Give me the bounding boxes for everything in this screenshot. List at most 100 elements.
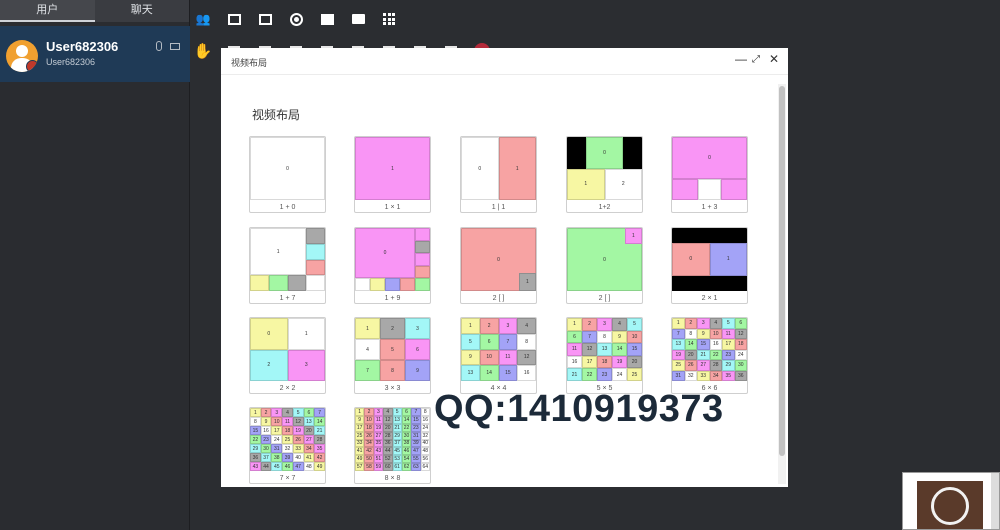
- dialog-scrollbar[interactable]: [778, 84, 786, 484]
- layout-cell: 43: [250, 462, 261, 471]
- folder-icon[interactable]: [347, 8, 369, 30]
- layout-cell: 26: [684, 360, 697, 371]
- watermark-text: QQ:1410919373: [434, 388, 724, 430]
- hand-icon[interactable]: ✋: [192, 40, 214, 62]
- layout-cell: 50: [364, 455, 374, 464]
- layout-cell: 8: [517, 333, 536, 350]
- preview-scrollbar[interactable]: [991, 473, 999, 529]
- layout-cell: 45: [392, 447, 402, 456]
- layout-film-icon[interactable]: [223, 8, 245, 30]
- layout-cell: 32: [420, 431, 430, 440]
- maximize-icon[interactable]: ⤢: [752, 54, 760, 65]
- layout-cell: 2: [582, 318, 597, 331]
- layout-cell: 20: [627, 355, 642, 369]
- layout-cell: [567, 137, 586, 169]
- layout-cell: [415, 265, 430, 279]
- tab-chat[interactable]: 聊天: [95, 0, 190, 22]
- layout-cell: 31: [271, 444, 283, 453]
- layout-cell: 41: [303, 453, 315, 462]
- layout-option[interactable]: 1 2 3 4 5 6 7 8 9 10 11 12 13 14 15 16 17 18 19 20 21 22 23 24 2…: [249, 407, 326, 484]
- layout-cell: 1: [624, 228, 642, 245]
- layout-label: 2 × 2: [279, 385, 296, 392]
- layout-option[interactable]: 01 2 [ ]: [460, 227, 537, 304]
- layout-cell: 12: [517, 349, 536, 366]
- layout-option[interactable]: 1 2 3 4 5 6 7 8 9 10 11 12 13 14 15 16 4 × 4: [460, 317, 537, 394]
- layout-option[interactable]: 1 2 3 4 5 6 7 8 9 10 11 12 13 14 15 16 17 18 19 20 21 22 23 24 2…: [354, 407, 431, 484]
- layout-cell: [623, 137, 642, 169]
- tab-users[interactable]: 用户: [0, 0, 95, 22]
- record-icon[interactable]: [285, 8, 307, 30]
- top-toolbar: 👥: [192, 5, 409, 33]
- layout-cell: 17: [722, 339, 735, 350]
- layout-cell: 23: [260, 435, 272, 444]
- layout-cell: 24: [612, 368, 627, 381]
- layout-cell: 35: [373, 439, 384, 448]
- layout-cell: 25: [355, 431, 365, 440]
- whiteboard-icon[interactable]: [316, 8, 338, 30]
- layout-cell: 40: [420, 439, 430, 448]
- layout-cell: 6: [567, 330, 582, 344]
- user-list-item[interactable]: User682306 User682306: [0, 26, 190, 82]
- layout-cell: 40: [292, 453, 304, 462]
- layout-option[interactable]: 0123 2 × 2: [249, 317, 326, 394]
- camera-icon[interactable]: [170, 43, 180, 50]
- layout-option[interactable]: 1 1 + 7: [249, 227, 326, 304]
- people-icon[interactable]: 👥: [192, 8, 214, 30]
- layout-cell: 24: [271, 435, 283, 444]
- layout-option[interactable]: 01 2 × 1: [671, 227, 748, 304]
- apps-grid-icon[interactable]: [378, 8, 400, 30]
- layout-cell: 35: [314, 444, 325, 453]
- minimize-icon[interactable]: —: [735, 52, 747, 66]
- layout-option[interactable]: 01 2 [ ]: [566, 227, 643, 304]
- layout-option[interactable]: 01 1 | 1: [460, 136, 537, 213]
- preview-thumbnail[interactable]: [902, 472, 1000, 530]
- layout-option[interactable]: 0 1 + 9: [354, 227, 431, 304]
- layout-option[interactable]: 123 456 789 3 × 3: [354, 317, 431, 394]
- layout-cell: 17: [355, 423, 365, 432]
- scrollbar-thumb[interactable]: [779, 86, 785, 456]
- layout-cell: [250, 275, 269, 291]
- left-tabs: 用户 聊天: [0, 0, 189, 22]
- close-icon[interactable]: ✕: [769, 52, 779, 66]
- layout-cell: 12: [292, 417, 304, 426]
- layout-cell: 44: [383, 447, 393, 456]
- layout-cell: 11: [282, 417, 293, 426]
- layout-cell: 10: [479, 349, 499, 366]
- layout-cell: 1: [518, 273, 536, 291]
- layout-option[interactable]: 0 1 + 0: [249, 136, 326, 213]
- layout-cell: 33: [292, 444, 304, 453]
- layout-cell: 33: [697, 370, 710, 381]
- layout-cell: 57: [355, 463, 365, 471]
- layout-preview: 01: [461, 228, 536, 291]
- layout-cell: 8: [420, 408, 430, 416]
- layout-cell: 11: [373, 415, 384, 424]
- layout-cell: 28: [383, 431, 393, 440]
- layout-cell: 25: [672, 360, 685, 371]
- layout-cell: 41: [355, 447, 365, 456]
- layout-cell: [306, 243, 325, 260]
- layout-cell: 43: [373, 447, 384, 456]
- layout-label: 1+2: [598, 204, 611, 211]
- layout-option[interactable]: 0 1 2 1+2: [566, 136, 643, 213]
- layout-cell: 1: [461, 318, 480, 334]
- layout-cell: 18: [734, 339, 747, 350]
- layout-cell: 31: [411, 431, 421, 440]
- layout-cell: 0: [250, 318, 288, 350]
- dialog-title: 视频布局: [231, 58, 268, 68]
- layout-cell: 61: [392, 463, 402, 471]
- layout-cell: 63: [411, 463, 421, 471]
- layout-cell: 46: [282, 462, 293, 471]
- layout-cell: 3: [373, 408, 384, 416]
- layout-option[interactable]: 1 2 3 4 5 6 7 8 9 10 11 12 13 14 15 16 17 18 19 20 21 22 23 24 2…: [566, 317, 643, 394]
- layout-cell: 56: [420, 455, 430, 464]
- layout-cell: 22: [250, 435, 261, 444]
- layout-cell: 27: [697, 360, 710, 371]
- layout-option[interactable]: 0 1 + 3: [671, 136, 748, 213]
- layout-option[interactable]: 1 2 3 4 5 6 7 8 9 10 11 12 13 14 15 16 17 18 19 20 21 22 23 24 2…: [671, 317, 748, 394]
- mic-icon[interactable]: [156, 41, 162, 51]
- layout-option[interactable]: 1 1 × 1: [354, 136, 431, 213]
- layout-grid-icon[interactable]: [254, 8, 276, 30]
- layout-cell: 5: [292, 408, 304, 417]
- layout-cell: 11: [722, 328, 735, 339]
- layout-preview: 0: [672, 137, 747, 200]
